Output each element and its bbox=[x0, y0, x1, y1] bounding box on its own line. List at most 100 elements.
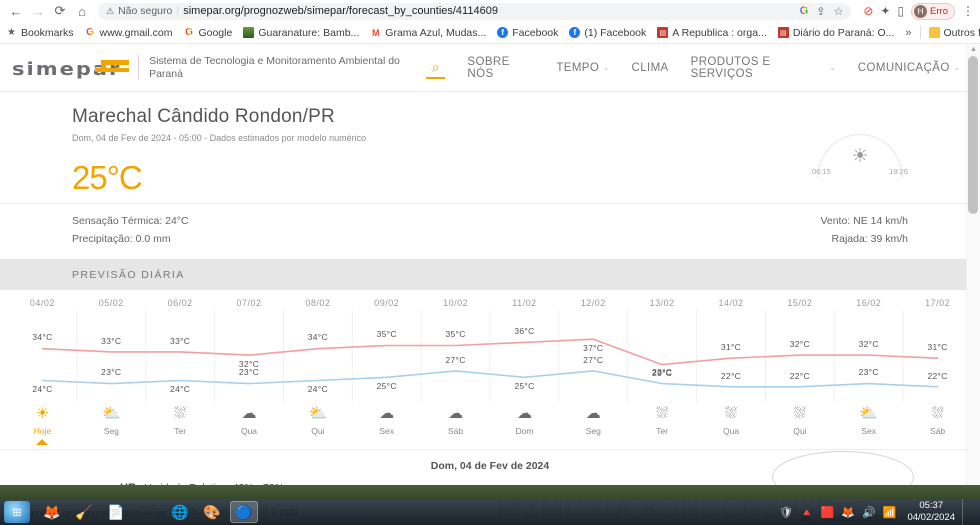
forecast-day-9[interactable]: ⛆Ter bbox=[628, 406, 697, 445]
max-temp-label-4: 34°C bbox=[308, 332, 328, 342]
nav-label: PRODUTOS E SERVIÇOS bbox=[691, 56, 826, 80]
forecast-day-13[interactable]: ⛆Sáb bbox=[903, 406, 972, 445]
taskbar-item-internet-explorer[interactable]: 🌐 bbox=[166, 501, 194, 523]
forward-button[interactable]: → bbox=[28, 1, 48, 21]
forecast-date-3: 07/02 bbox=[215, 298, 284, 308]
desktop-wallpaper-strip bbox=[0, 485, 980, 499]
bookmark-item[interactable]: ★ Bookmarks bbox=[6, 27, 74, 39]
site-tagline: Sistema de Tecnologia e Monitoramento Am… bbox=[138, 55, 425, 80]
forecast-day-8[interactable]: ☁Seg bbox=[559, 406, 628, 445]
cloud-icon: ☁ bbox=[421, 406, 490, 425]
address-bar[interactable]: ⚠ Não seguro | simepar.org/prognozweb/si… bbox=[98, 3, 851, 20]
bookmark-item[interactable]: f Facebook bbox=[497, 27, 558, 39]
volume-icon[interactable]: 🔊 bbox=[862, 506, 876, 519]
min-temp-label-4: 24°C bbox=[308, 384, 328, 394]
taskbar-item-ccleaner[interactable]: 🧹 bbox=[70, 501, 98, 523]
nav-item-tempo[interactable]: TEMPO ⌄ bbox=[556, 62, 609, 74]
folder-icon bbox=[929, 27, 940, 38]
forecast-day-6[interactable]: ☁Sáb bbox=[421, 406, 490, 445]
scroll-up-arrow[interactable]: ▲ bbox=[967, 44, 980, 53]
other-bookmarks-folder[interactable]: Outros favoritos bbox=[929, 27, 980, 39]
share-icon[interactable]: ⇪ bbox=[816, 5, 825, 18]
tray-icon-4[interactable]: 🦊 bbox=[841, 506, 855, 519]
avatar: H bbox=[914, 5, 927, 18]
nav-item-comunicacao[interactable]: COMUNICAÇÃO ⌄ bbox=[858, 62, 960, 74]
main-navigation: ⌕ SOBRE NÓS TEMPO ⌄ CLIMA PRODUTOS E SER… bbox=[426, 56, 960, 80]
chevron-down-icon: ⌄ bbox=[830, 64, 836, 72]
max-temp-label-7: 36°C bbox=[514, 326, 534, 336]
profile-status-label: Erro bbox=[930, 6, 948, 17]
max-temp-label-11: 32°C bbox=[790, 339, 810, 349]
sunrise-time: 06:15 bbox=[812, 167, 831, 176]
news-favicon-icon: ▤ bbox=[778, 27, 789, 38]
home-button[interactable]: ⌂ bbox=[72, 1, 92, 21]
profile-chip[interactable]: H Erro bbox=[911, 3, 955, 20]
block-extension-icon[interactable]: ⊘ bbox=[863, 4, 873, 18]
rain-sun-icon: ⛆ bbox=[628, 406, 697, 425]
url-text[interactable]: simepar.org/prognozweb/simepar/forecast_… bbox=[183, 5, 498, 17]
current-metrics: Sensação Térmica: 24°C Precipitação: 0.0… bbox=[0, 203, 980, 260]
google-lens-icon[interactable]: G bbox=[800, 5, 809, 17]
extensions-puzzle-icon[interactable]: ✦ bbox=[880, 4, 890, 18]
forecast-day-5[interactable]: ☁Sex bbox=[352, 406, 421, 445]
search-icon[interactable]: ⌕ bbox=[426, 56, 446, 79]
bookmark-star-icon[interactable]: ☆ bbox=[833, 5, 843, 18]
taskbar-item-chrome[interactable]: 🔵 bbox=[230, 501, 258, 523]
page-viewport: simepar Sistema de Tecnologia e Monitora… bbox=[0, 44, 980, 521]
side-panel-icon[interactable]: ▯ bbox=[897, 4, 904, 18]
bookmarks-overflow-icon[interactable]: » bbox=[905, 27, 911, 39]
taskbar-item-explorer[interactable]: 🗂 bbox=[134, 501, 162, 523]
tray-icon-3[interactable]: 🟥 bbox=[821, 506, 835, 519]
page-scrollbar[interactable]: ▲ bbox=[966, 44, 980, 521]
simepar-logo[interactable]: simepar Sistema de Tecnologia e Monitora… bbox=[12, 55, 426, 80]
reload-button[interactable]: ⟳ bbox=[50, 1, 70, 21]
forecast-day-2[interactable]: ⛆Ter bbox=[146, 406, 215, 445]
nav-item-produtos-e-servicos[interactable]: PRODUTOS E SERVIÇOS ⌄ bbox=[691, 56, 836, 80]
forecast-dayname-4: Qui bbox=[283, 426, 352, 436]
show-desktop-button[interactable] bbox=[962, 499, 970, 525]
bookmark-item[interactable]: M Grama Azul, Mudas... bbox=[370, 27, 486, 39]
rain-sun-icon: ⛆ bbox=[903, 406, 972, 425]
scrollbar-thumb[interactable] bbox=[968, 56, 978, 214]
tray-icon-2[interactable]: 🔺 bbox=[800, 506, 814, 519]
gust-text: Rajada: 39 km/h bbox=[820, 230, 908, 248]
back-button[interactable]: ← bbox=[6, 1, 26, 21]
bookmark-item[interactable]: ▤ A Republica : orga... bbox=[657, 27, 767, 39]
bookmark-item[interactable]: Guaranature: Bamb... bbox=[243, 27, 359, 39]
forecast-date-13: 17/02 bbox=[903, 298, 972, 308]
nav-item-clima[interactable]: CLIMA bbox=[631, 62, 668, 74]
network-icon[interactable]: 📶 bbox=[883, 506, 897, 519]
bookmark-label: Bookmarks bbox=[21, 27, 74, 39]
bookmark-item[interactable]: ▤ Diário do Paraná: O... bbox=[778, 27, 895, 39]
forecast-day-7[interactable]: ☁Dom bbox=[490, 406, 559, 445]
tray-icon-1[interactable]: 🛡 bbox=[779, 506, 793, 519]
forecast-day-3[interactable]: ☁Qua bbox=[215, 406, 284, 445]
bookmark-item[interactable]: G www.gmail.com bbox=[85, 27, 173, 39]
bookmark-item[interactable]: G Google bbox=[183, 27, 232, 39]
forecast-day-4[interactable]: ⛅Qui bbox=[283, 406, 352, 445]
forecast-day-10[interactable]: ⛆Qua bbox=[697, 406, 766, 445]
start-button[interactable]: ⊞ bbox=[4, 501, 30, 523]
forecast-date-12: 16/02 bbox=[834, 298, 903, 308]
forecast-dayname-11: Qui bbox=[765, 426, 834, 436]
bookmark-item[interactable]: f (1) Facebook bbox=[569, 27, 646, 39]
forecast-day-12[interactable]: ⛅Sex bbox=[834, 406, 903, 445]
gmail-favicon-icon: M bbox=[370, 27, 381, 38]
nav-item-sobre-nos[interactable]: SOBRE NÓS bbox=[467, 56, 534, 80]
bookmark-label: (1) Facebook bbox=[584, 27, 646, 39]
forecast-day-1[interactable]: ⛅Seg bbox=[77, 406, 146, 445]
daily-forecast: 04/0205/0206/0207/0208/0209/0210/0211/02… bbox=[0, 290, 980, 450]
precipitation-text: Precipitação: 0.0 mm bbox=[72, 230, 189, 248]
bookmarks-divider bbox=[920, 26, 921, 39]
forecast-day-11[interactable]: ⛆Qui bbox=[765, 406, 834, 445]
facebook-favicon-icon: f bbox=[569, 27, 580, 38]
taskbar-clock[interactable]: 05:37 04/02/2024 bbox=[903, 500, 955, 524]
taskbar-item-word[interactable]: 📄 bbox=[102, 501, 130, 523]
chrome-menu-icon[interactable]: ⋮ bbox=[962, 4, 974, 18]
forecast-day-0[interactable]: ☀Hoje bbox=[8, 406, 77, 445]
taskbar-item-paint[interactable]: 🎨 bbox=[198, 501, 226, 523]
star-icon: ★ bbox=[6, 27, 17, 38]
taskbar-item-firefox[interactable]: 🦊 bbox=[38, 501, 66, 523]
min-temp-label-9: 23°C bbox=[652, 367, 672, 377]
min-temp-label-1: 23°C bbox=[101, 367, 121, 377]
